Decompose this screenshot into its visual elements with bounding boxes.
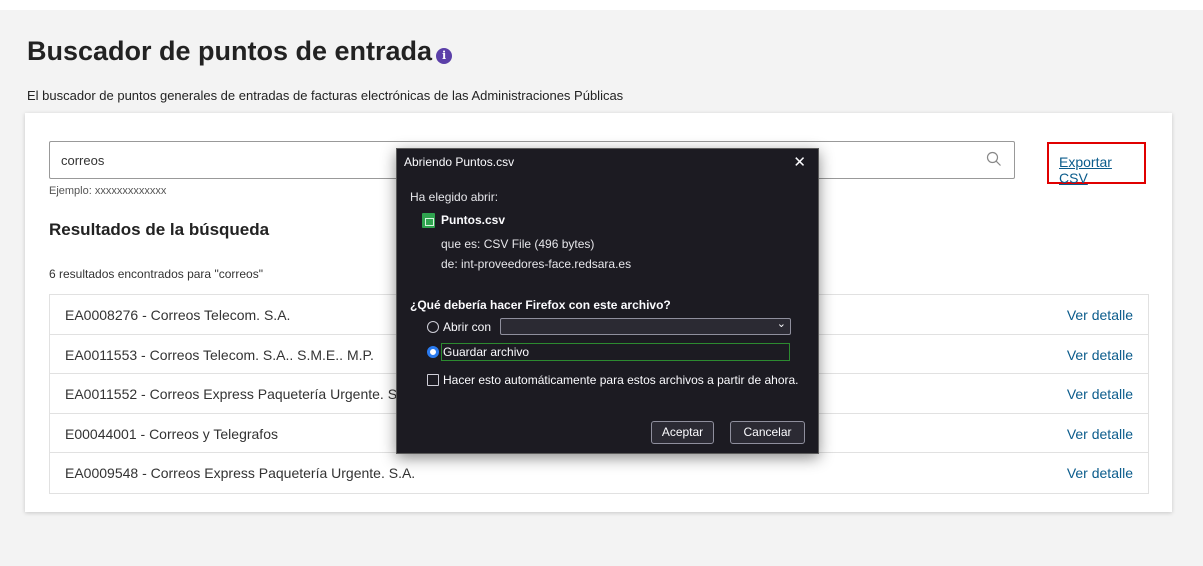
results-title: Resultados de la búsqueda xyxy=(49,220,270,239)
auto-action-checkbox[interactable] xyxy=(427,374,439,386)
view-detail-link[interactable]: Ver detalle xyxy=(1067,465,1133,481)
view-detail-link[interactable]: Ver detalle xyxy=(1067,426,1133,442)
dialog-question: ¿Qué debería hacer Firefox con este arch… xyxy=(410,298,671,312)
save-file-focus[interactable]: Guardar archivo xyxy=(441,343,790,361)
dialog-file-type: que es: CSV File (496 bytes) xyxy=(441,237,595,251)
result-name: EA0009548 - Correos Express Paquetería U… xyxy=(65,465,416,481)
export-csv-link[interactable]: Exportar CSV xyxy=(1059,154,1144,186)
dialog-title: Abriendo Puntos.csv xyxy=(404,155,515,169)
download-dialog: Abriendo Puntos.csv ✕ Ha elegido abrir: … xyxy=(396,148,819,454)
auto-action-label[interactable]: Hacer esto automáticamente para estos ar… xyxy=(443,373,799,387)
page-subtitle: El buscador de puntos generales de entra… xyxy=(27,88,624,103)
info-icon[interactable]: i xyxy=(436,47,453,64)
result-name: E00044001 - Correos y Telegrafos xyxy=(65,425,278,442)
save-file-label[interactable]: Guardar archivo xyxy=(443,345,529,359)
search-input-value: correos xyxy=(61,153,105,168)
chevron-down-icon: ⌄ xyxy=(776,318,786,330)
view-detail-link[interactable]: Ver detalle xyxy=(1067,307,1133,323)
results-count: 6 resultados encontrados para "correos" xyxy=(49,267,263,281)
view-detail-link[interactable]: Ver detalle xyxy=(1067,347,1133,363)
search-icon[interactable] xyxy=(986,151,1002,167)
open-with-radio[interactable] xyxy=(427,321,439,333)
dialog-file-source: de: int-proveedores-face.redsara.es xyxy=(441,257,632,271)
search-example: Ejemplo: xxxxxxxxxxxxx xyxy=(49,185,167,197)
top-bar xyxy=(0,0,1203,10)
result-name: EA0008276 - Correos Telecom. S.A. xyxy=(65,307,291,323)
export-highlight: Exportar CSV xyxy=(1047,142,1146,186)
open-with-select[interactable]: ⌄ xyxy=(500,318,791,335)
dialog-chosen-text: Ha elegido abrir: xyxy=(410,190,499,204)
close-icon[interactable]: ✕ xyxy=(793,153,806,171)
spreadsheet-file-icon xyxy=(422,213,435,228)
page-title-wrap: Buscador de puntos de entrada i xyxy=(27,36,453,67)
list-item: EA0009548 - Correos Express Paquetería U… xyxy=(50,453,1148,493)
open-with-label[interactable]: Abrir con xyxy=(443,320,491,334)
dialog-filename: Puntos.csv xyxy=(441,213,506,227)
view-detail-link[interactable]: Ver detalle xyxy=(1067,386,1133,402)
save-file-radio[interactable] xyxy=(427,346,439,358)
result-name: EA0011553 - Correos Telecom. S.A.. S.M.E… xyxy=(65,346,374,363)
page-title: Buscador de puntos de entrada xyxy=(27,36,433,66)
cancel-button[interactable]: Cancelar xyxy=(730,421,805,444)
accept-button[interactable]: Aceptar xyxy=(651,421,714,444)
result-name: EA0011552 - Correos Express Paquetería U… xyxy=(65,386,415,402)
